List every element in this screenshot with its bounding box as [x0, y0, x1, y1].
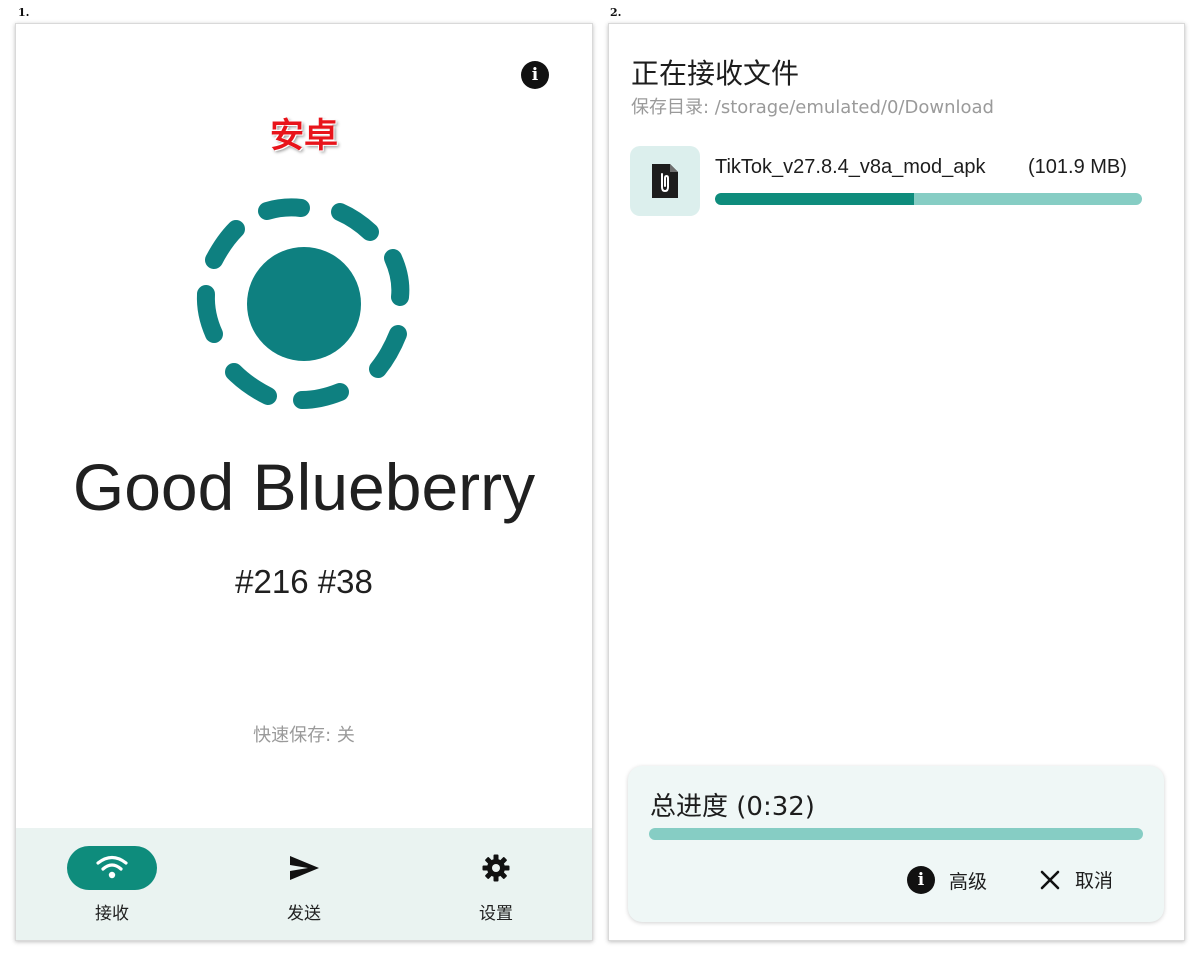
file-name: TikTok_v27.8.4_v8a_mod_apk — [715, 156, 1021, 184]
file-progress-fill — [715, 193, 914, 205]
panel-number-2: 2. — [610, 6, 622, 19]
nav-label-settings: 设置 — [479, 904, 513, 924]
total-progress-label: 总进度 (0:32) — [650, 792, 815, 822]
bottom-nav: 接收 发送 设置 — [16, 828, 592, 940]
cancel-button[interactable]: 取消 — [1039, 866, 1113, 893]
quick-save-status[interactable]: 快速保存: 关 — [16, 721, 592, 747]
send-icon — [290, 856, 319, 880]
wifi-icon — [96, 855, 128, 879]
total-progress-bar — [649, 828, 1143, 840]
device-id: #216 #38 — [235, 563, 373, 600]
file-progress-bar — [715, 193, 1142, 205]
page-title: 正在接收文件 — [631, 57, 800, 90]
file-size: (101.9 MB) — [1028, 156, 1127, 178]
nav-pill-receive[interactable] — [67, 846, 157, 890]
platform-label: 安卓 — [270, 116, 338, 156]
file-attachment-icon — [652, 164, 678, 198]
advanced-label: 高级 — [949, 870, 988, 893]
nav-label-send: 发送 — [287, 904, 321, 924]
close-icon — [1040, 870, 1060, 889]
phone-screen-receive: i 安卓 Good Blueberry #216 #38 快速保存: 关 接收 … — [15, 23, 593, 941]
nav-pill-send[interactable] — [259, 846, 349, 890]
nav-pill-settings[interactable] — [451, 846, 541, 890]
info-icon[interactable]: i — [521, 61, 549, 89]
total-progress-card: 总进度 (0:32) i 高级 取消 — [628, 766, 1164, 922]
nav-label-receive: 接收 — [95, 904, 129, 924]
nav-item-receive[interactable]: 接收 — [16, 828, 208, 940]
app-logo — [196, 198, 410, 409]
device-name: Good Blueberry — [72, 450, 536, 524]
info-icon: i — [907, 866, 935, 894]
cancel-label: 取消 — [1075, 870, 1114, 892]
file-icon-box — [630, 146, 700, 216]
nav-item-settings[interactable]: 设置 — [400, 828, 592, 940]
phone-screen-receiving: 正在接收文件 保存目录: /storage/emulated/0/Downloa… — [608, 23, 1185, 941]
nav-item-send[interactable]: 发送 — [208, 828, 400, 940]
save-directory: 保存目录: /storage/emulated/0/Download — [631, 97, 994, 118]
panel-number-1: 1. — [18, 6, 30, 19]
advanced-button[interactable]: i 高级 — [907, 866, 987, 894]
gear-icon — [482, 854, 510, 882]
